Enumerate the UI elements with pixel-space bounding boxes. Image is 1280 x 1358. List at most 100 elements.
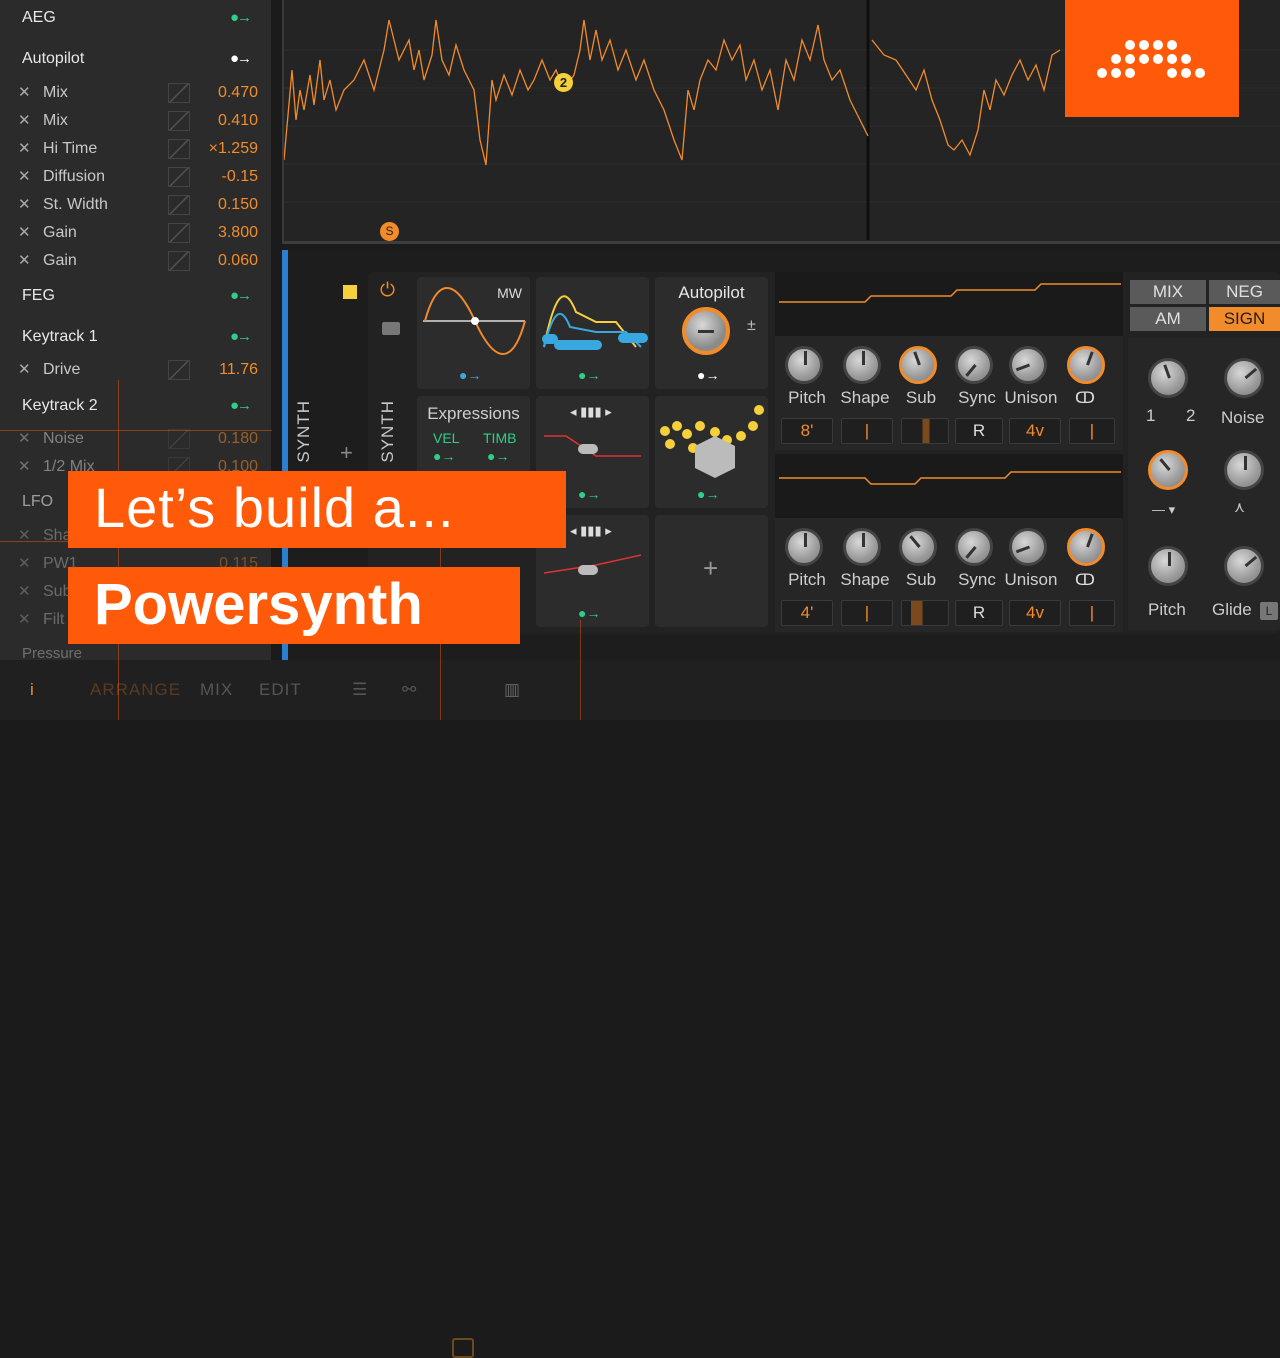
list-icon[interactable]: ☰ xyxy=(352,680,368,700)
curve-icon[interactable] xyxy=(168,167,190,187)
osc2-shape-knob[interactable] xyxy=(843,528,881,566)
modulation-arrow-icon[interactable]: ●→ xyxy=(459,367,481,383)
param-row[interactable]: ✕ St. Width 0.150 xyxy=(0,193,272,219)
modulation-arrow-icon[interactable]: ●→ xyxy=(230,9,252,26)
modulation-arrow-icon[interactable]: ●→ xyxy=(230,328,252,345)
random-tile[interactable]: ●→ xyxy=(655,396,768,508)
pitch-knob[interactable] xyxy=(1148,546,1188,586)
power-icon[interactable]: ⏻ xyxy=(380,280,395,302)
osc1-octave-value[interactable]: 8' xyxy=(781,418,833,444)
osc2-sync-knob[interactable] xyxy=(955,528,993,566)
remove-icon[interactable]: ✕ xyxy=(18,610,31,628)
param-row[interactable]: ✕ Hi Time ×1.259 xyxy=(0,137,272,163)
modulation-arrow-icon[interactable]: ●→ xyxy=(697,486,719,502)
sign-button[interactable]: SIGN xyxy=(1209,307,1280,331)
param-value[interactable]: 11.76 xyxy=(219,361,258,379)
filter-type-dropdown[interactable]: — ▾ xyxy=(1152,502,1175,518)
remove-icon[interactable]: ✕ xyxy=(18,429,31,447)
modulation-arrow-icon[interactable]: ●→ xyxy=(230,287,252,304)
section-keytrack-1[interactable]: Keytrack 1 xyxy=(22,328,98,346)
param-value[interactable]: 0.150 xyxy=(218,196,258,214)
autopilot-knob[interactable] xyxy=(682,307,730,355)
modulation-arrow-icon[interactable]: ●→ xyxy=(230,397,252,414)
filter-knob[interactable] xyxy=(1224,450,1264,490)
param-row[interactable]: ✕ Mix 0.410 xyxy=(0,109,272,135)
param-value[interactable]: -0.15 xyxy=(222,168,258,186)
section-keytrack-2[interactable]: Keytrack 2 xyxy=(22,397,98,415)
modulation-arrow-icon[interactable]: ●→ xyxy=(230,50,252,67)
neg-button[interactable]: NEG xyxy=(1209,280,1280,304)
osc2-unison-knob[interactable] xyxy=(1009,528,1047,566)
param-value[interactable]: 0.410 xyxy=(218,112,258,130)
section-lfo[interactable]: LFO xyxy=(22,493,53,511)
remove-icon[interactable]: ✕ xyxy=(18,83,31,101)
param-value[interactable]: 0.470 xyxy=(218,84,258,102)
curve-icon[interactable] xyxy=(168,223,190,243)
osc1-sync-button[interactable]: R xyxy=(955,418,1003,444)
param-value[interactable]: 3.800 xyxy=(218,224,258,242)
curve-icon[interactable] xyxy=(168,139,190,159)
section-autopilot[interactable]: Autopilot xyxy=(22,50,84,68)
modulation-arrow-icon[interactable]: ●→ xyxy=(578,605,600,621)
info-icon[interactable]: i xyxy=(30,680,35,700)
osc1-unison-knob[interactable] xyxy=(1009,346,1047,384)
edit-tab[interactable]: EDIT xyxy=(259,680,302,700)
remove-icon[interactable]: ✕ xyxy=(18,457,31,475)
osc2-width-value[interactable]: | xyxy=(1069,600,1115,626)
osc1-pitch-knob[interactable] xyxy=(785,346,823,384)
modulation-arrow-icon[interactable]: ●→ xyxy=(578,367,600,383)
section-aeg[interactable]: AEG xyxy=(22,9,56,27)
mw-lfo-tile[interactable]: MW ●→ xyxy=(417,277,530,389)
add-device-button[interactable]: + xyxy=(340,440,353,466)
curve-icon[interactable] xyxy=(168,360,190,380)
param-value[interactable]: 0.060 xyxy=(218,252,258,270)
osc1-width-knob[interactable] xyxy=(1067,346,1105,384)
add-modulator-tile[interactable]: + xyxy=(655,515,768,627)
legato-button[interactable]: L xyxy=(1260,602,1278,620)
marker-2[interactable]: 2 xyxy=(554,73,573,92)
noise-knob[interactable] xyxy=(1224,358,1264,398)
automation-curve-2[interactable] xyxy=(871,39,1061,157)
osc1-sync-knob[interactable] xyxy=(955,346,993,384)
curve-icon[interactable] xyxy=(168,251,190,271)
add-modulator-icon[interactable]: + xyxy=(703,553,718,584)
device-color-square[interactable] xyxy=(343,285,357,299)
autopilot-tile[interactable]: Autopilot ± ●→ xyxy=(655,277,768,389)
osc1-shape-value[interactable]: | xyxy=(841,418,893,444)
automation-curve[interactable] xyxy=(284,19,869,166)
osc1-shape-knob[interactable] xyxy=(843,346,881,384)
osc2-width-knob[interactable] xyxy=(1067,528,1105,566)
osc1-voices-value[interactable]: 4v xyxy=(1009,418,1061,444)
curve-icon[interactable] xyxy=(168,195,190,215)
plus-minus-icon[interactable]: ± xyxy=(747,317,756,335)
osc2-shape-value[interactable]: | xyxy=(841,600,893,626)
mix-tab[interactable]: MIX xyxy=(200,680,233,700)
automation-lane[interactable]: 2 S xyxy=(282,0,1280,244)
osc2-octave-value[interactable]: 4' xyxy=(781,600,833,626)
param-row[interactable]: ✕ Diffusion -0.15 xyxy=(0,165,272,191)
remove-icon[interactable]: ✕ xyxy=(18,223,31,241)
timb-arrow-icon[interactable]: ●→ xyxy=(487,448,509,464)
remove-icon[interactable]: ✕ xyxy=(18,360,31,378)
mix-button[interactable]: MIX xyxy=(1130,280,1206,304)
modulation-arrow-icon[interactable]: ●→ xyxy=(697,367,719,383)
section-feg[interactable]: FEG xyxy=(22,287,55,305)
osc1-sub-knob[interactable] xyxy=(899,346,937,384)
remove-icon[interactable]: ✕ xyxy=(18,139,31,157)
osc2-voices-value[interactable]: 4v xyxy=(1009,600,1061,626)
param-value[interactable]: ×1.259 xyxy=(209,140,258,158)
param-row[interactable]: ✕ Gain 3.800 xyxy=(0,221,272,247)
remove-icon[interactable]: ✕ xyxy=(18,582,31,600)
osc2-pitch-knob[interactable] xyxy=(785,528,823,566)
vel-arrow-icon[interactable]: ●→ xyxy=(433,448,455,464)
curve-icon[interactable] xyxy=(168,111,190,131)
peak-icon[interactable]: ⋏ xyxy=(1234,498,1245,516)
remove-icon[interactable]: ✕ xyxy=(18,554,31,572)
am-button[interactable]: AM xyxy=(1130,307,1206,331)
param-row[interactable]: ✕ Drive 11.76 xyxy=(0,358,272,384)
remove-icon[interactable]: ✕ xyxy=(18,167,31,185)
glide-knob[interactable] xyxy=(1224,546,1264,586)
remove-icon[interactable]: ✕ xyxy=(18,251,31,269)
device-view-icon[interactable] xyxy=(452,1338,474,1358)
remove-icon[interactable]: ✕ xyxy=(18,111,31,129)
